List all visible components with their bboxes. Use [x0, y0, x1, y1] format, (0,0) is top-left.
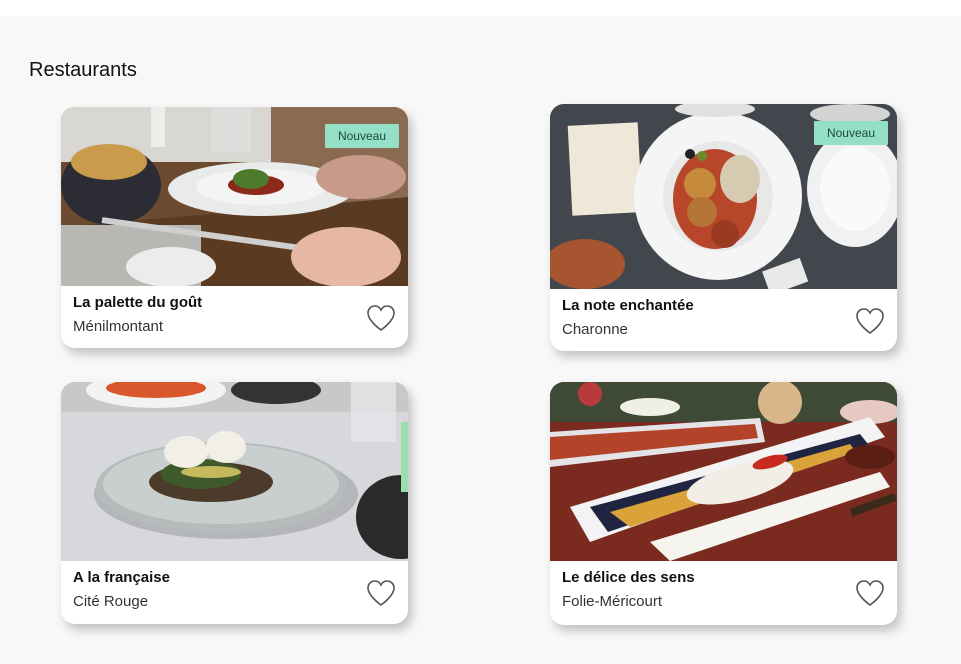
heart-outline-icon: [856, 580, 884, 606]
restaurant-district: Charonne: [562, 321, 628, 338]
restaurant-name: A la française: [73, 569, 170, 586]
new-badge: Nouveau: [813, 121, 888, 145]
heart-outline-icon: [367, 305, 395, 331]
restaurant-card[interactable]: Nouveau La palette du goût Ménilmontant: [61, 107, 408, 348]
restaurant-photo: Nouveau: [61, 107, 408, 286]
heart-outline-icon: [856, 308, 884, 334]
restaurant-photo: Nouveau: [550, 104, 897, 289]
new-badge: Nouveau: [324, 124, 399, 148]
page-background: Restaurants Nouveau La palette du goût M…: [0, 16, 961, 664]
restaurant-photo: [61, 382, 408, 561]
restaurant-name: La note enchantée: [562, 297, 694, 314]
restaurant-district: Folie-Méricourt: [562, 593, 663, 610]
favorite-button[interactable]: [855, 307, 885, 335]
restaurant-card[interactable]: Le délice des sens Folie-Méricourt: [550, 382, 897, 625]
restaurant-name: La palette du goût: [73, 294, 203, 311]
restaurant-card[interactable]: Nouveau La note enchantée Charonne: [550, 104, 897, 351]
restaurant-district: Ménilmontant: [73, 318, 164, 335]
restaurant-district: Cité Rouge: [73, 593, 149, 610]
favorite-button[interactable]: [366, 304, 396, 332]
favorite-button[interactable]: [366, 579, 396, 607]
favorite-button[interactable]: [855, 579, 885, 607]
restaurant-name: Le délice des sens: [562, 569, 695, 586]
section-title: Restaurants: [29, 59, 137, 81]
restaurant-photo: [550, 382, 897, 561]
heart-outline-icon: [367, 580, 395, 606]
restaurant-card[interactable]: A la française Cité Rouge: [61, 382, 408, 624]
